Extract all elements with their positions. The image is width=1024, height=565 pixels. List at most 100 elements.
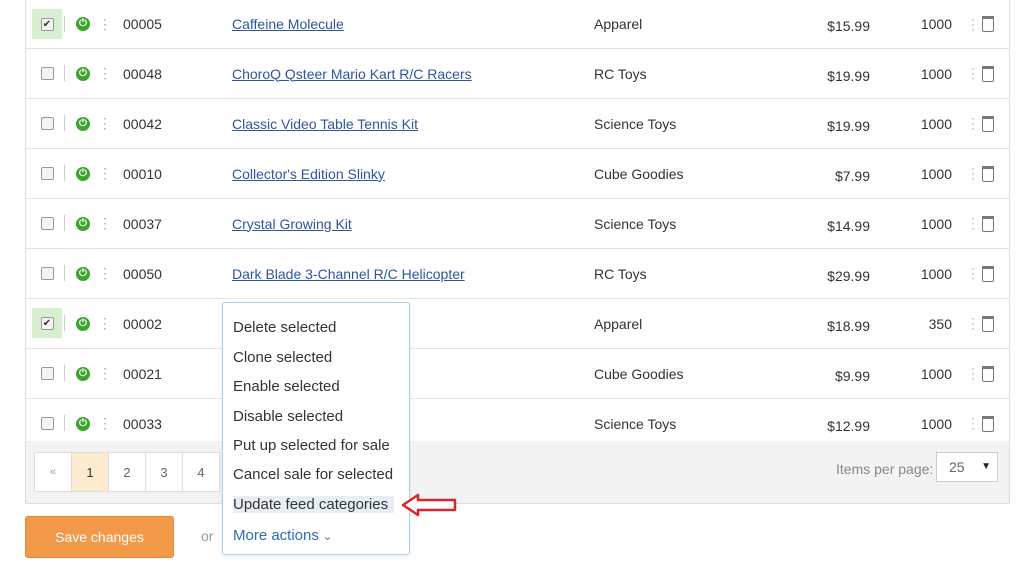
kebab-menu-icon[interactable]: ⋮ [98,199,112,248]
more-actions-button[interactable]: More actions ⌄ [233,527,332,544]
kebab-menu-icon[interactable]: ⋮ [98,0,112,48]
product-name-link[interactable]: ChoroQ Qsteer Mario Kart R/C Racers [232,66,472,82]
divider [64,115,65,131]
row-checkbox[interactable] [40,367,54,380]
table-footer: « 1 2 3 4 Items per page: 25 ▼ [25,441,1010,504]
power-toggle[interactable]: ⏻ [76,0,92,48]
table-row: ⏻ ⋮ 00010 Collector's Edition Slinky Cub… [26,149,1009,199]
kebab-menu-icon[interactable]: ⋮ [98,349,112,398]
product-name-link[interactable]: Crystal Growing Kit [232,216,352,232]
power-icon: ⏻ [76,316,90,331]
divider [64,415,65,431]
row-checkbox[interactable] [40,67,54,80]
row-actions-icon[interactable]: ⋮ [966,249,980,298]
trash-icon[interactable] [982,349,996,398]
power-toggle[interactable]: ⏻ [76,249,92,298]
menu-item-enable-selected[interactable]: Enable selected [233,378,340,395]
menu-item-disable-selected[interactable]: Disable selected [233,408,343,425]
product-name-link[interactable]: Dark Blade 3-Channel R/C Helicopter [232,266,465,282]
product-name-link[interactable]: Caffeine Molecule [232,16,344,32]
divider [64,215,65,231]
product-code: 00021 [123,365,162,382]
pagination-page-1[interactable]: 1 [71,452,109,492]
products-table: ✔ ⏻ ⋮ 00005 Caffeine Molecule Apparel $1… [25,0,1010,449]
row-checkbox[interactable] [40,417,54,430]
row-checkbox[interactable] [40,267,54,280]
trash-icon[interactable] [982,149,996,198]
menu-item-cancel-sale[interactable]: Cancel sale for selected [233,466,393,483]
row-checkbox[interactable] [40,167,54,180]
product-code: 00002 [123,315,162,332]
product-category: Science Toys [594,215,677,232]
row-checkbox-cell [32,349,62,398]
row-actions-icon[interactable]: ⋮ [966,349,980,398]
product-code: 00037 [123,215,162,232]
power-icon: ⏻ [76,416,90,431]
row-checkbox-cell: ✔ [32,9,62,39]
row-checkbox[interactable] [40,117,54,130]
row-checkbox[interactable] [40,217,54,230]
kebab-menu-icon[interactable]: ⋮ [98,99,112,148]
product-category: RC Toys [594,265,647,282]
product-code: 00050 [123,265,162,282]
power-icon: ⏻ [76,366,90,381]
product-price: $14.99 [827,217,870,234]
pagination-prev[interactable]: « [34,452,72,492]
row-actions-icon[interactable]: ⋮ [966,299,980,348]
power-toggle[interactable]: ⏻ [76,149,92,198]
items-per-page-label: Items per page: [836,461,934,477]
chevron-down-icon: ⌄ [323,531,333,543]
power-toggle[interactable]: ⏻ [76,49,92,98]
kebab-menu-icon[interactable]: ⋮ [98,49,112,98]
pagination-page-2[interactable]: 2 [108,452,146,492]
product-price: $29.99 [827,267,870,284]
product-name-cell: Crystal Growing Kit [232,199,572,248]
power-icon: ⏻ [76,166,90,181]
pagination-page-4[interactable]: 4 [182,452,220,492]
trash-icon[interactable] [982,249,996,298]
power-icon: ⏻ [76,216,90,231]
more-actions-label: More actions [233,527,319,544]
pagination-page-3[interactable]: 3 [145,452,183,492]
product-name-cell: Classic Video Table Tennis Kit [232,99,572,148]
menu-item-update-feed-categories[interactable]: Update feed categories [233,496,395,513]
power-toggle[interactable]: ⏻ [76,99,92,148]
row-actions-icon[interactable]: ⋮ [966,149,980,198]
product-quantity: 1000 [920,165,952,182]
row-actions-icon[interactable]: ⋮ [966,49,980,98]
row-actions-icon[interactable]: ⋮ [966,0,980,48]
power-icon: ⏻ [76,66,90,81]
product-name-link[interactable]: Classic Video Table Tennis Kit [232,116,418,132]
row-checkbox-cell [32,249,62,298]
trash-icon[interactable] [982,49,996,98]
power-toggle[interactable]: ⏻ [76,299,92,348]
row-checkbox[interactable]: ✔ [40,316,54,330]
kebab-menu-icon[interactable]: ⋮ [98,149,112,198]
trash-icon[interactable] [982,199,996,248]
row-actions-icon[interactable]: ⋮ [966,199,980,248]
trash-icon[interactable] [982,299,996,348]
trash-icon[interactable] [982,0,996,48]
save-changes-button[interactable]: Save changes [25,516,174,558]
menu-item-clone-selected[interactable]: Clone selected [233,349,332,366]
power-toggle[interactable]: ⏻ [76,199,92,248]
menu-item-delete-selected[interactable]: Delete selected [233,319,336,336]
power-icon: ⏻ [76,17,90,31]
row-checkbox[interactable]: ✔ [40,17,54,31]
row-checkbox-cell [32,149,62,198]
product-quantity: 1000 [920,115,952,132]
product-quantity: 350 [928,315,952,332]
power-icon: ⏻ [76,266,90,281]
kebab-menu-icon[interactable]: ⋮ [98,249,112,298]
power-toggle[interactable]: ⏻ [76,349,92,398]
row-checkbox-cell [32,199,62,248]
items-per-page-select[interactable]: 25 ▼ [936,452,998,482]
product-price: $18.99 [827,317,870,334]
kebab-menu-icon[interactable]: ⋮ [98,299,112,348]
product-category: Cube Goodies [594,165,684,182]
row-actions-icon[interactable]: ⋮ [966,99,980,148]
menu-item-put-up-for-sale[interactable]: Put up selected for sale [233,437,390,454]
trash-icon[interactable] [982,99,996,148]
product-quantity: 1000 [920,215,952,232]
product-name-link[interactable]: Collector's Edition Slinky [232,166,385,182]
